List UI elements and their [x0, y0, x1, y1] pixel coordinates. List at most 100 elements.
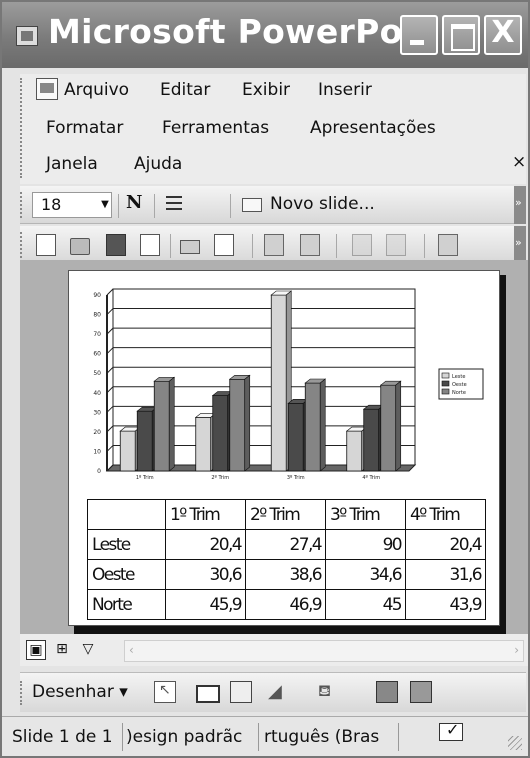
- wordart-icon[interactable]: [268, 681, 290, 703]
- design-template-status[interactable]: )esign padrãc: [126, 727, 254, 747]
- status-divider: [122, 723, 123, 751]
- toolbar-options-icon[interactable]: [514, 186, 526, 224]
- title-bar[interactable]: Microsoft PowerPoi... X: [2, 2, 528, 68]
- legend-label: Leste: [452, 374, 465, 380]
- format-painter-icon[interactable]: [386, 234, 406, 256]
- y-tick-label: 30: [93, 409, 101, 416]
- table-cell: 43,9: [405, 589, 486, 620]
- table-header-cell: 1º Trim: [165, 499, 246, 530]
- spelling-icon[interactable]: [264, 234, 284, 256]
- gridline: [106, 288, 114, 296]
- slide-sorter-view-icon[interactable]: ⊞: [52, 640, 72, 660]
- y-tick-label: 90: [93, 292, 101, 299]
- new-document-icon[interactable]: [36, 234, 56, 256]
- slide-count-status: Slide 1 de 1: [12, 727, 113, 747]
- draw-menu-button[interactable]: Desenhar ▾: [32, 682, 128, 702]
- table-cell: 20,4: [405, 529, 486, 560]
- table-cell: 38,6: [245, 559, 326, 590]
- bar: [304, 382, 321, 472]
- fill-color-icon[interactable]: [318, 681, 340, 703]
- new-slide-icon[interactable]: [242, 198, 262, 212]
- toolbar-grip[interactable]: [20, 78, 23, 178]
- toolbar-options-icon[interactable]: [514, 226, 526, 264]
- legend-label: Norte: [452, 390, 466, 396]
- 3d-style-icon[interactable]: [410, 681, 432, 703]
- chart-datasheet[interactable]: 1º Trim 2º Trim 3º Trim 4º Trim Leste 20…: [87, 499, 486, 620]
- bar: [212, 395, 229, 472]
- maximize-button[interactable]: [442, 15, 480, 55]
- slide-canvas[interactable]: 0 10 20 30 40 50 60 70 80 90 1º Trim 2º Trim 3º Trim…: [68, 270, 500, 626]
- legend-swatch: [441, 388, 450, 395]
- bar: [136, 410, 153, 472]
- slide-workspace[interactable]: 0 10 20 30 40 50 60 70 80 90 1º Trim 2º Trim 3º Trim…: [20, 260, 528, 641]
- chart-icon[interactable]: [438, 234, 458, 256]
- bar: [270, 294, 287, 472]
- menu-arquivo[interactable]: Arquivo: [64, 80, 129, 100]
- bar: [363, 408, 380, 472]
- scroll-right-icon[interactable]: ›: [514, 643, 519, 657]
- align-center-icon[interactable]: [166, 196, 182, 210]
- bar-chart[interactable]: 0 10 20 30 40 50 60 70 80 90 1º Trim 2º Trim 3º Trim…: [69, 271, 501, 497]
- save-disk-icon[interactable]: [106, 234, 126, 256]
- print-preview-icon[interactable]: [214, 234, 234, 256]
- y-tick-label: 0: [97, 468, 101, 475]
- row-label: Leste: [87, 529, 166, 560]
- horizontal-scrollbar[interactable]: ‹ ›: [124, 640, 524, 662]
- menu-exibir[interactable]: Exibir: [242, 80, 290, 100]
- scroll-left-icon[interactable]: ‹: [129, 643, 134, 657]
- table-cell: 46,9: [245, 589, 326, 620]
- menu-inserir[interactable]: Inserir: [318, 80, 372, 100]
- normal-view-icon[interactable]: ▣: [26, 640, 46, 660]
- rectangle-icon[interactable]: [196, 685, 220, 703]
- menu-ferramentas[interactable]: Ferramentas: [162, 118, 269, 138]
- window-title: Microsoft PowerPoi...: [48, 12, 453, 51]
- bar: [153, 380, 170, 472]
- shadow-style-icon[interactable]: [376, 681, 398, 703]
- print-icon[interactable]: [180, 240, 200, 254]
- toolbar-grip[interactable]: [20, 232, 23, 258]
- y-tick-label: 60: [93, 351, 101, 358]
- table-header-cell: 3º Trim: [325, 499, 406, 530]
- legend-label: Oeste: [452, 382, 467, 388]
- bar-side: [244, 374, 251, 472]
- table-header-cell: 4º Trim: [405, 499, 486, 530]
- toolbar-grip[interactable]: [20, 192, 23, 218]
- powerpoint-app-icon[interactable]: [16, 26, 38, 46]
- toolbar-separator: [252, 234, 253, 258]
- cut-icon[interactable]: [352, 234, 372, 256]
- spelling-status-icon[interactable]: [439, 720, 463, 741]
- research-icon[interactable]: [300, 234, 320, 256]
- slide-show-icon[interactable]: ▽: [78, 640, 98, 660]
- permission-icon[interactable]: [140, 234, 160, 256]
- open-folder-icon[interactable]: [70, 238, 90, 255]
- toolbar-separator: [154, 194, 155, 218]
- row-label: Norte: [87, 589, 166, 620]
- x-tick-label: 2º Trim: [211, 475, 229, 481]
- textbox-icon[interactable]: [230, 681, 252, 703]
- toolbar-separator: [170, 234, 171, 258]
- minimize-button[interactable]: [400, 15, 438, 55]
- menu-ajuda[interactable]: Ajuda: [134, 154, 182, 174]
- document-icon[interactable]: [36, 78, 58, 100]
- menu-editar[interactable]: Editar: [160, 80, 210, 100]
- close-document-icon[interactable]: ×: [512, 152, 526, 172]
- table-cell: 27,4: [245, 529, 326, 560]
- y-tick-label: 10: [93, 448, 101, 455]
- formatting-toolbar: 18 ▼ N Novo slide...: [20, 186, 526, 224]
- select-cursor-icon[interactable]: [154, 681, 176, 703]
- close-window-button[interactable]: X: [484, 15, 522, 55]
- toolbar-grip[interactable]: [20, 681, 23, 705]
- menu-apresentacoes[interactable]: Apresentações: [310, 118, 436, 138]
- font-size-select[interactable]: 18 ▼: [32, 192, 112, 218]
- x-tick-label: 4º Trim: [362, 475, 380, 481]
- new-slide-button[interactable]: Novo slide...: [270, 194, 375, 214]
- status-bar: Slide 1 de 1 )esign padrãc rtuguês (Bras: [2, 716, 528, 756]
- resize-grip[interactable]: [508, 736, 522, 750]
- bold-button[interactable]: N: [126, 192, 142, 213]
- menu-janela[interactable]: Janela: [46, 154, 98, 174]
- menu-formatar[interactable]: Formatar: [46, 118, 123, 138]
- y-tick-label: 50: [93, 370, 101, 377]
- legend-swatch: [441, 372, 450, 379]
- close-icon: X: [491, 15, 515, 50]
- chevron-down-icon[interactable]: ▼: [99, 193, 111, 217]
